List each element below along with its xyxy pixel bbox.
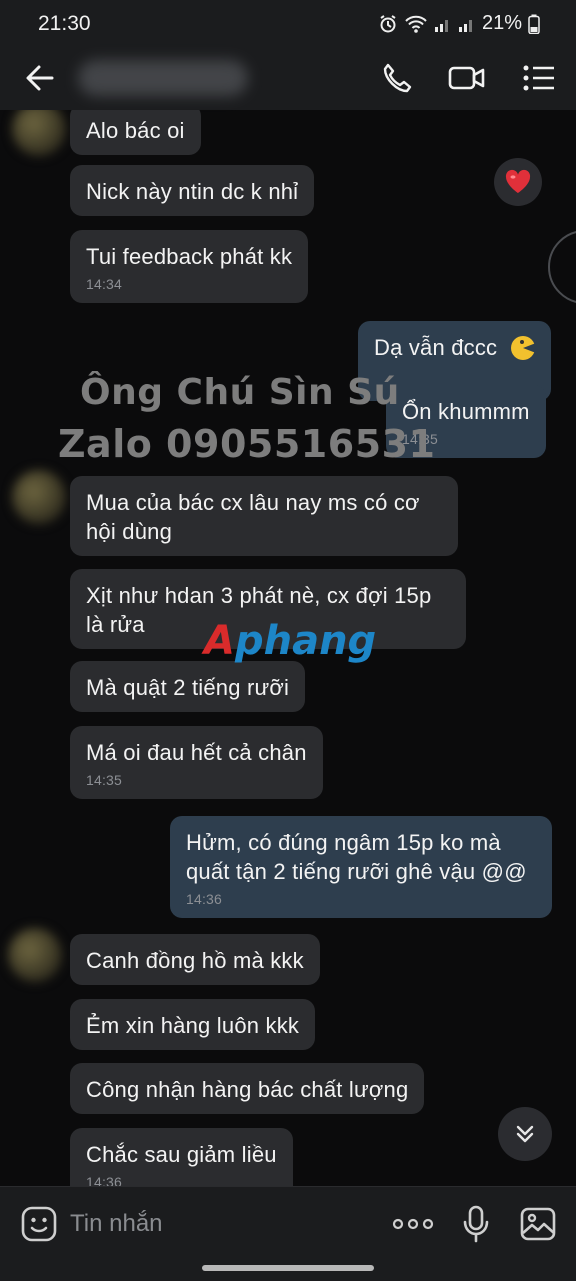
message-bubble[interactable]: Má oi đau hết cả chân 14:35 (70, 726, 323, 799)
watermark-name: Ông Chú Sìn Sú (80, 372, 400, 413)
message-time: 14:35 (402, 431, 439, 447)
alarm-icon (380, 14, 396, 32)
battery-icon (528, 14, 540, 34)
message-text: Ẻm xin hàng luôn kkk (86, 1013, 300, 1038)
arrow-left-icon (26, 65, 54, 91)
message-bubble[interactable]: Canh đồng hồ mà kkk (70, 934, 320, 985)
chat-header (0, 46, 576, 110)
home-indicator[interactable] (202, 1265, 374, 1271)
video-call-button[interactable] (446, 58, 488, 98)
message-bubble[interactable]: Ẻm xin hàng luôn kkk (70, 999, 316, 1050)
menu-button[interactable] (518, 58, 560, 98)
video-camera-icon (448, 66, 485, 90)
microphone-icon (463, 1205, 489, 1243)
reaction-button[interactable] (494, 158, 542, 206)
message-text: Mà quật 2 tiếng rưỡi (86, 675, 290, 700)
message-time: 14:36 (86, 1174, 123, 1186)
more-options-button[interactable] (392, 1203, 434, 1245)
message-input[interactable] (70, 1205, 370, 1243)
contact-name[interactable] (78, 60, 248, 96)
more-dots-icon (392, 1218, 434, 1230)
message-text: Hửm, có đúng ngâm 15p ko mà quất tận 2 t… (186, 830, 527, 884)
floating-edge-handle[interactable] (548, 230, 576, 304)
status-icons: 21% (378, 12, 540, 35)
message-bubble[interactable]: Mà quật 2 tiếng rưỡi (70, 661, 306, 712)
message-bubble-outgoing[interactable]: Ổn khummm 14:35 (386, 385, 546, 458)
message-bubble-outgoing[interactable]: Hửm, có đúng ngâm 15p ko mà quất tận 2 t… (170, 816, 552, 918)
chat-area[interactable]: Alo bác oi Nick này ntin dc k nhỉ Tui fe… (0, 110, 576, 1186)
message-bubble[interactable]: Tui feedback phát kk 14:34 (70, 230, 309, 303)
message-text: Ổn khummm (402, 399, 530, 424)
smiley-icon (21, 1206, 57, 1242)
message-composer (0, 1186, 576, 1281)
watermark-contact: Zalo 0905516531 (58, 422, 436, 466)
list-menu-icon (523, 65, 554, 91)
message-bubble[interactable]: Chắc sau giảm liều 14:36 (70, 1128, 293, 1186)
message-text: Nick này ntin dc k nhỉ (86, 179, 299, 204)
phone-icon (383, 63, 412, 93)
message-bubble[interactable]: Công nhận hàng bác chất lượng (70, 1063, 425, 1114)
message-time: 14:35 (86, 772, 123, 788)
message-text: Canh đồng hồ mà kkk (86, 948, 304, 973)
heart-icon (505, 169, 531, 193)
message-text: Dạ vẫn đccc (374, 335, 498, 360)
signal-icon-2 (458, 19, 472, 32)
message-text: Công nhận hàng bác chất lượng (86, 1077, 409, 1102)
avatar[interactable] (8, 928, 62, 982)
message-text: Má oi đau hết cả chân (86, 740, 307, 765)
message-text: Mua của bác cx lâu nay ms có cơ hội dùng (86, 490, 420, 544)
emoji-button[interactable] (20, 1205, 58, 1243)
avatar[interactable] (12, 470, 66, 524)
message-bubble[interactable]: Alo bác oi (70, 110, 201, 155)
message-bubble[interactable]: Nick này ntin dc k nhỉ (70, 165, 315, 216)
image-gallery-icon (520, 1207, 556, 1241)
message-time: 14:34 (86, 276, 123, 292)
signal-icon (434, 19, 448, 32)
pacman-emoji-icon (511, 336, 537, 360)
back-button[interactable] (22, 60, 62, 96)
status-bar: 21:30 21% (0, 0, 576, 46)
battery-percent: 21% (481, 12, 522, 34)
message-text: Alo bác oi (86, 118, 185, 143)
voice-record-button[interactable] (455, 1203, 497, 1245)
double-chevron-down-icon (516, 1125, 534, 1143)
scroll-to-bottom-button[interactable] (498, 1107, 552, 1161)
call-button[interactable] (376, 58, 418, 98)
message-bubble[interactable]: Mua của bác cx lâu nay ms có cơ hội dùng (70, 476, 458, 556)
message-text: Chắc sau giảm liều (86, 1142, 277, 1167)
message-text: Tui feedback phát kk (86, 244, 293, 269)
wifi-icon (405, 15, 427, 33)
status-time: 21:30 (38, 12, 91, 35)
message-bubble[interactable]: Xịt như hdan 3 phát nè, cx đợi 15p là rử… (70, 569, 466, 649)
avatar[interactable] (12, 110, 66, 156)
message-text: Xịt như hdan 3 phát nè, cx đợi 15p là rử… (86, 583, 432, 637)
gallery-button[interactable] (517, 1203, 559, 1245)
message-time: 14:36 (186, 891, 223, 907)
